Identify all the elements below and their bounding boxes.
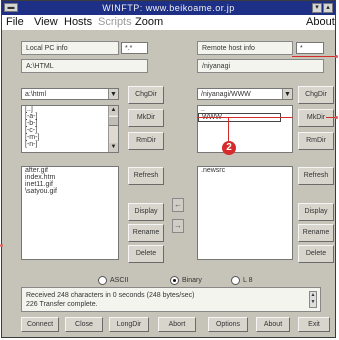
mode-l8-option[interactable]: L 8 bbox=[231, 275, 281, 287]
longdir-button[interactable]: LongDir bbox=[109, 317, 149, 332]
list-item[interactable]: [-c-] bbox=[22, 127, 118, 134]
list-item[interactable]: [-a-] bbox=[22, 113, 118, 120]
remote-rename-button[interactable]: Rename bbox=[298, 224, 334, 242]
download-arrow-icon[interactable]: ← bbox=[172, 198, 184, 212]
title-bar[interactable]: ▬ WINFTP: www.beikoame.or.jp ▾ ▴ bbox=[2, 1, 335, 15]
local-dir-list[interactable]: [..] [-a-] [-b-] [-c-] [-m-] [-n-] ▲ ▼ bbox=[21, 105, 119, 153]
connect-button[interactable]: Connect bbox=[21, 317, 59, 332]
menu-file[interactable]: File bbox=[6, 15, 24, 30]
maximize-icon[interactable]: ▴ bbox=[323, 3, 333, 13]
remote-dir-combo[interactable]: /niyanagi/WWW ▼ bbox=[197, 88, 293, 100]
abort-button[interactable]: Abort bbox=[158, 317, 196, 332]
ascii-radio[interactable] bbox=[98, 276, 107, 285]
minimize-icon[interactable]: ▾ bbox=[312, 3, 322, 13]
list-item[interactable]: [..] bbox=[22, 106, 118, 113]
local-chgdir-button[interactable]: ChgDir bbox=[128, 86, 164, 104]
status-line: Received 248 characters in 0 seconds (24… bbox=[26, 292, 195, 299]
list-item[interactable]: index.htm bbox=[22, 174, 118, 181]
chevron-down-icon[interactable]: ▼ bbox=[108, 89, 118, 99]
scroll-up-icon[interactable]: ▲ bbox=[109, 106, 118, 115]
status-log: Received 248 characters in 0 seconds (24… bbox=[21, 287, 321, 312]
menu-zoom[interactable]: Zoom bbox=[135, 15, 163, 30]
menu-scripts[interactable]: Scripts bbox=[98, 15, 132, 30]
local-info-label: Local PC info bbox=[21, 41, 119, 55]
l8-label: L 8 bbox=[243, 277, 253, 284]
callout-number-badge: 2 bbox=[222, 141, 236, 155]
remote-refresh-button[interactable]: Refresh bbox=[298, 167, 334, 185]
local-display-button[interactable]: Display bbox=[128, 203, 164, 221]
list-item[interactable]: .newsrc bbox=[198, 167, 292, 174]
binary-label: Binary bbox=[182, 277, 202, 284]
chevron-down-icon[interactable]: ▼ bbox=[282, 89, 292, 99]
list-item[interactable]: inet11.gif bbox=[22, 181, 118, 188]
l8-radio[interactable] bbox=[231, 276, 240, 285]
list-item[interactable]: after.gif bbox=[22, 167, 118, 174]
local-delete-button[interactable]: Delete bbox=[128, 245, 164, 263]
list-item[interactable]: [-m-] bbox=[22, 134, 118, 141]
list-item[interactable]: .. bbox=[198, 106, 292, 113]
callout-edge-dot bbox=[335, 55, 338, 58]
remote-display-button[interactable]: Display bbox=[298, 203, 334, 221]
local-dir-combo-value: a:\html bbox=[25, 91, 47, 98]
remote-chgdir-button[interactable]: ChgDir bbox=[298, 86, 334, 104]
local-rename-button[interactable]: Rename bbox=[128, 224, 164, 242]
remote-path: /niyanagi bbox=[197, 59, 324, 73]
winftp-window: ▬ WINFTP: www.beikoame.or.jp ▾ ▴ File Vi… bbox=[1, 0, 336, 338]
exit-button[interactable]: Exit bbox=[298, 317, 330, 332]
local-path: A:\HTML bbox=[21, 59, 148, 73]
list-item[interactable]: \satyou.gif bbox=[22, 188, 118, 195]
remote-info-label: Remote host info bbox=[197, 41, 293, 55]
remote-delete-button[interactable]: Delete bbox=[298, 245, 334, 263]
binary-radio[interactable] bbox=[170, 276, 179, 285]
callout-pointer-line bbox=[292, 56, 336, 57]
ascii-label: ASCII bbox=[110, 277, 129, 284]
remote-file-list[interactable]: .newsrc bbox=[197, 166, 293, 260]
list-item[interactable]: [-n-] bbox=[22, 141, 118, 148]
callout-leader-line bbox=[228, 117, 229, 142]
menu-view[interactable]: View bbox=[34, 15, 58, 30]
options-button[interactable]: Options bbox=[208, 317, 248, 332]
remote-filter-input[interactable]: * bbox=[296, 42, 324, 54]
scroll-thumb[interactable] bbox=[109, 116, 118, 126]
remote-dir-combo-value: /niyanagi/WWW bbox=[201, 91, 251, 98]
remote-mkdir-button[interactable]: MkDir bbox=[298, 109, 334, 127]
remote-dir-list[interactable]: .. WWW bbox=[197, 105, 293, 153]
local-dir-combo[interactable]: a:\html ▼ bbox=[21, 88, 119, 100]
local-refresh-button[interactable]: Refresh bbox=[128, 167, 164, 185]
mode-ascii-option[interactable]: ASCII bbox=[98, 275, 158, 287]
remote-rmdir-button[interactable]: RmDir bbox=[298, 132, 334, 150]
local-file-list[interactable]: after.gif index.htm inet11.gif \satyou.g… bbox=[21, 166, 119, 260]
menu-about[interactable]: About bbox=[306, 15, 335, 30]
window-title: WINFTP: www.beikoame.or.jp bbox=[102, 3, 235, 13]
local-filter-input[interactable]: *.* bbox=[121, 42, 148, 54]
upload-arrow-icon[interactable]: → bbox=[172, 219, 184, 233]
callout-edge-dot bbox=[0, 244, 3, 247]
list-item[interactable]: [-b-] bbox=[22, 120, 118, 127]
about-button[interactable]: About bbox=[256, 317, 290, 332]
close-button[interactable]: Close bbox=[65, 317, 103, 332]
local-rmdir-button[interactable]: RmDir bbox=[128, 132, 164, 150]
status-scrollbar[interactable]: ▲ ▼ bbox=[309, 291, 317, 308]
callout-edge-dot bbox=[335, 116, 338, 119]
status-line: 226 Transfer complete. bbox=[26, 301, 98, 308]
local-mkdir-button[interactable]: MkDir bbox=[128, 109, 164, 127]
callout-highlight-line bbox=[197, 117, 293, 118]
menu-hosts[interactable]: Hosts bbox=[64, 15, 92, 30]
menu-bar: File View Hosts Scripts Zoom About bbox=[2, 15, 335, 30]
scroll-down-icon[interactable]: ▼ bbox=[109, 143, 118, 152]
mode-binary-option[interactable]: Binary bbox=[170, 275, 230, 287]
local-dir-scrollbar[interactable]: ▲ ▼ bbox=[108, 106, 118, 152]
